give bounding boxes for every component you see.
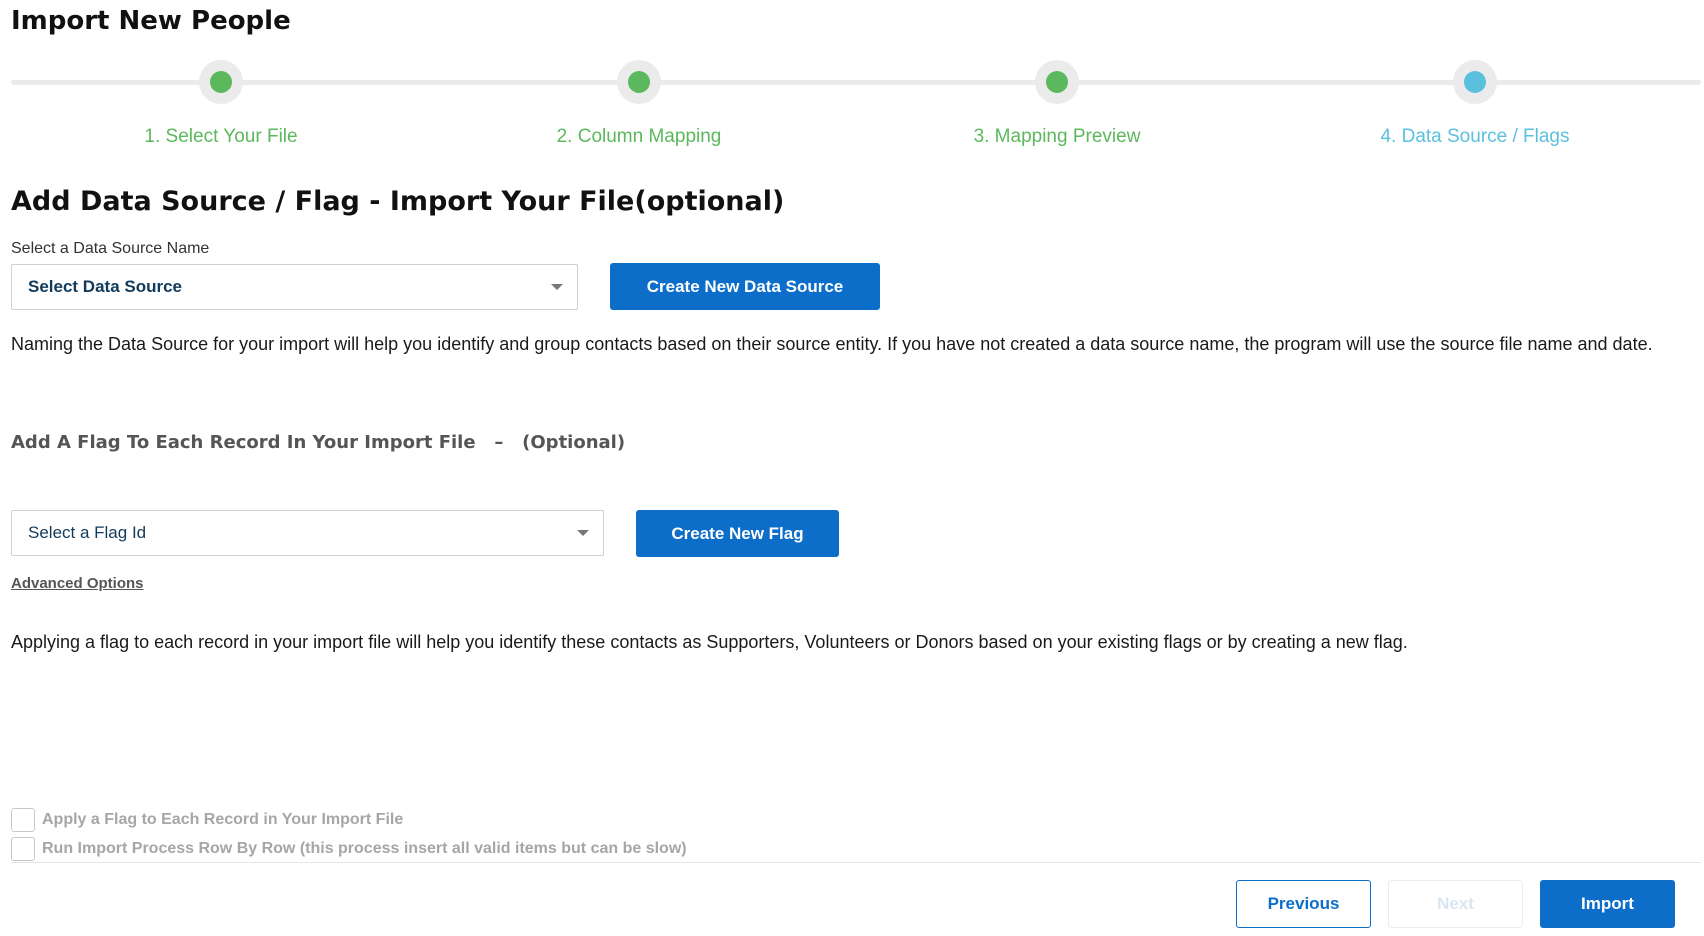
step-indicator — [617, 60, 661, 104]
step-column-mapping: 2. Column Mapping — [509, 60, 769, 148]
progress-stepper: 1. Select Your File 2. Column Mapping 3.… — [11, 60, 1701, 150]
advanced-options-link[interactable]: Advanced Options — [11, 575, 144, 592]
apply-flag-option[interactable]: Apply a Flag to Each Record in Your Impo… — [11, 808, 403, 832]
apply-flag-checkbox[interactable] — [11, 808, 35, 832]
step-complete-icon — [210, 71, 232, 93]
flag-select-value: Select a Flag Id — [28, 523, 147, 542]
data-source-description: Naming the Data Source for your import w… — [11, 334, 1653, 354]
flag-description: Applying a flag to each record in your i… — [11, 632, 1408, 652]
apply-flag-label: Apply a Flag to Each Record in Your Impo… — [42, 811, 404, 828]
import-page: Import New People 1. Select Your File 2.… — [0, 0, 1704, 936]
step-label: 2. Column Mapping — [556, 126, 722, 147]
create-data-source-button[interactable]: Create New Data Source — [610, 263, 880, 310]
row-by-row-option[interactable]: Run Import Process Row By Row (this proc… — [11, 837, 687, 861]
step-indicator — [1453, 60, 1497, 104]
data-source-select[interactable]: Select Data Source — [11, 264, 578, 310]
chevron-down-icon — [577, 530, 589, 536]
step-mapping-preview: 3. Mapping Preview — [927, 60, 1187, 148]
flag-heading: Add A Flag To Each Record In Your Import… — [11, 432, 626, 453]
create-flag-button[interactable]: Create New Flag — [636, 510, 839, 557]
step-label: 1. Select Your File — [144, 126, 298, 147]
chevron-down-icon — [551, 284, 563, 290]
next-button[interactable]: Next — [1388, 880, 1523, 928]
previous-button[interactable]: Previous — [1236, 880, 1371, 928]
data-source-select-value: Select Data Source — [28, 277, 183, 296]
import-button[interactable]: Import — [1540, 880, 1675, 928]
row-by-row-checkbox[interactable] — [11, 837, 35, 861]
step-complete-icon — [1046, 71, 1068, 93]
step-indicator — [1035, 60, 1079, 104]
section-heading: Add Data Source / Flag - Import Your Fil… — [11, 186, 785, 217]
row-by-row-label: Run Import Process Row By Row (this proc… — [42, 840, 687, 857]
step-indicator — [199, 60, 243, 104]
step-active-icon — [1464, 71, 1486, 93]
footer-divider — [11, 862, 1701, 863]
data-source-label: Select a Data Source Name — [11, 240, 210, 257]
step-data-source-flags: 4. Data Source / Flags — [1345, 60, 1605, 148]
step-complete-icon — [628, 71, 650, 93]
flag-select[interactable]: Select a Flag Id — [11, 510, 604, 556]
step-label: 3. Mapping Preview — [973, 126, 1141, 147]
step-select-file: 1. Select Your File — [91, 60, 351, 148]
step-label: 4. Data Source / Flags — [1380, 126, 1570, 147]
page-title: Import New People — [11, 6, 291, 36]
